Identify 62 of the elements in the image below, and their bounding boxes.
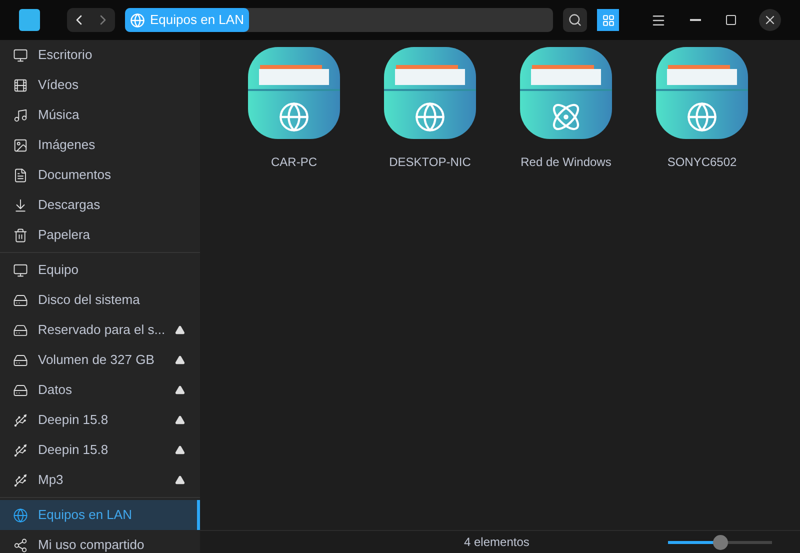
- image-icon: [13, 138, 28, 152]
- sidebar-item[interactable]: Música: [0, 100, 200, 130]
- eject-icon[interactable]: [175, 385, 185, 395]
- sidebar-item[interactable]: Papelera: [0, 220, 200, 250]
- sidebar-item[interactable]: Mi uso compartido: [0, 530, 200, 553]
- sidebar-item[interactable]: Imágenes: [0, 130, 200, 160]
- usb-icon: [13, 472, 28, 488]
- search-button[interactable]: [563, 8, 587, 32]
- globe-icon: [130, 12, 145, 28]
- minimize-icon: [690, 19, 701, 21]
- network-folder-icon: [248, 47, 340, 139]
- network-folder-icon: [656, 47, 748, 139]
- network-item[interactable]: Red de Windows: [520, 47, 612, 530]
- desktop-icon: [13, 48, 28, 62]
- globe-icon: [13, 508, 28, 522]
- maximize-icon: [725, 14, 737, 26]
- maximize-button[interactable]: [725, 14, 737, 26]
- network-item[interactable]: DESKTOP-NIC: [384, 47, 476, 530]
- grid-view-button[interactable]: [597, 9, 619, 31]
- network-folder-icon: [520, 47, 612, 139]
- sidebar-item[interactable]: Volumen de 327 GB: [0, 345, 200, 375]
- trash-icon: [13, 228, 28, 242]
- sidebar-item[interactable]: Equipo: [0, 255, 200, 285]
- sidebar-item[interactable]: Equipos en LAN: [0, 500, 200, 530]
- drive-icon: [13, 292, 28, 308]
- drive-icon: [13, 352, 28, 368]
- eject-icon[interactable]: [175, 355, 185, 365]
- usb-icon: [13, 412, 28, 428]
- document-icon: [13, 168, 28, 182]
- share-icon: [13, 538, 28, 552]
- menu-button[interactable]: [651, 12, 666, 28]
- sidebar-item[interactable]: Mp3: [0, 465, 200, 495]
- eject-icon[interactable]: [175, 445, 185, 455]
- music-note-icon: [13, 108, 28, 122]
- sidebar-item[interactable]: Deepin 15.8: [0, 405, 200, 435]
- close-icon: [763, 13, 777, 27]
- eject-icon[interactable]: [175, 475, 185, 485]
- eject-icon[interactable]: [175, 325, 185, 335]
- download-icon: [13, 198, 28, 212]
- film-icon: [13, 78, 28, 92]
- sidebar-item[interactable]: Vídeos: [0, 70, 200, 100]
- usb-icon: [13, 442, 28, 458]
- close-button[interactable]: [759, 9, 781, 31]
- sidebar-item[interactable]: Descargas: [0, 190, 200, 220]
- sidebar-item[interactable]: Escritorio: [0, 40, 200, 70]
- drive-icon: [13, 322, 28, 338]
- network-folder-icon: [384, 47, 476, 139]
- network-item[interactable]: SONYC6502: [656, 47, 748, 530]
- network-item[interactable]: CAR-PC: [248, 47, 340, 530]
- menu-icon: [651, 12, 666, 28]
- sidebar-item[interactable]: Documentos: [0, 160, 200, 190]
- sidebar-item[interactable]: Reservado para el s...: [0, 315, 200, 345]
- eject-icon[interactable]: [175, 415, 185, 425]
- monitor-icon: [13, 262, 28, 278]
- sidebar-item[interactable]: Datos: [0, 375, 200, 405]
- search-icon: [568, 13, 582, 27]
- app-logo-icon: [19, 9, 40, 31]
- grid-icon: [602, 14, 614, 26]
- sidebar-item[interactable]: Deepin 15.8: [0, 435, 200, 465]
- drive-icon: [13, 382, 28, 398]
- sidebar-item[interactable]: Disco del sistema: [0, 285, 200, 315]
- item-count: 4 elementos: [464, 534, 530, 551]
